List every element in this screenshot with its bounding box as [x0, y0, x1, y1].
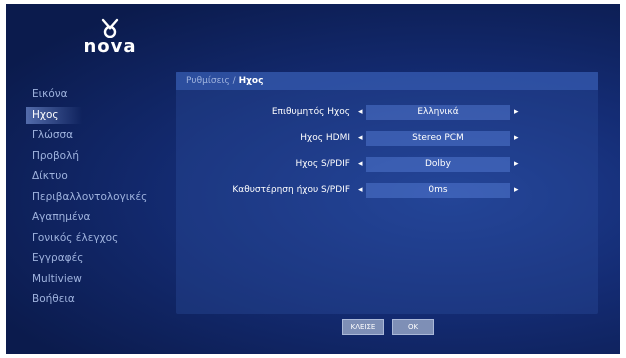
settings-sidebar: Εικόνα Ηχος Γλώσσα Προβολή Δίκτυο Περιβα… — [26, 84, 186, 310]
setting-row-spdif-delay[interactable]: Καθυστέρηση ήχου S/PDIF ◂ 0ms ▸ — [176, 179, 598, 201]
sidebar-item-picture[interactable]: Εικόνα — [26, 84, 186, 105]
sidebar-item-help[interactable]: Βοήθεια — [26, 289, 186, 310]
arrow-left-icon[interactable]: ◂ — [358, 101, 363, 123]
tv-screen: nova Εικόνα Ηχος Γλώσσα Προβολή Δίκτυο Π… — [6, 4, 620, 354]
ok-button[interactable]: OK — [392, 319, 434, 335]
setting-label: Ηχος HDMI — [300, 133, 350, 143]
nova-logo-icon — [101, 18, 119, 38]
setting-label: Ηχος S/PDIF — [295, 159, 350, 169]
nova-logo: nova — [74, 18, 146, 66]
arrow-right-icon[interactable]: ▸ — [514, 179, 519, 201]
arrow-right-icon[interactable]: ▸ — [514, 153, 519, 175]
settings-panel: Ρυθμίσεις / Ηχος Επιθυμητός Ηχος ◂ Ελλην… — [176, 72, 598, 314]
sidebar-item-parental-control[interactable]: Γονικός έλεγχος — [26, 228, 186, 249]
sidebar-item-multiview[interactable]: Multiview — [26, 269, 186, 290]
arrow-left-icon[interactable]: ◂ — [358, 179, 363, 201]
sidebar-item-environmental[interactable]: Περιβαλλοντολογικές — [26, 187, 186, 208]
arrow-left-icon[interactable]: ◂ — [358, 153, 363, 175]
setting-value[interactable]: Ελληνικά — [366, 105, 510, 120]
breadcrumb-current: Ηχος — [238, 76, 264, 86]
sidebar-item-display[interactable]: Προβολή — [26, 146, 186, 167]
logo-text: nova — [83, 36, 137, 57]
arrow-left-icon[interactable]: ◂ — [358, 127, 363, 149]
setting-label: Καθυστέρηση ήχου S/PDIF — [232, 185, 350, 195]
setting-row-preferred-audio[interactable]: Επιθυμητός Ηχος ◂ Ελληνικά ▸ — [176, 101, 598, 123]
sidebar-item-network[interactable]: Δίκτυο — [26, 166, 186, 187]
arrow-right-icon[interactable]: ▸ — [514, 127, 519, 149]
setting-row-hdmi-audio[interactable]: Ηχος HDMI ◂ Stereo PCM ▸ — [176, 127, 598, 149]
sidebar-item-favorites[interactable]: Αγαπημένα — [26, 207, 186, 228]
sidebar-item-language[interactable]: Γλώσσα — [26, 125, 186, 146]
sidebar-item-recordings[interactable]: Εγγραφές — [26, 248, 186, 269]
setting-value[interactable]: Stereo PCM — [366, 131, 510, 146]
setting-value[interactable]: 0ms — [366, 183, 510, 198]
setting-row-spdif-audio[interactable]: Ηχος S/PDIF ◂ Dolby ▸ — [176, 153, 598, 175]
close-button[interactable]: ΚΛΕΙΣΕ — [342, 319, 384, 335]
arrow-right-icon[interactable]: ▸ — [514, 101, 519, 123]
breadcrumb-parent: Ρυθμίσεις / — [186, 76, 239, 86]
setting-label: Επιθυμητός Ηχος — [271, 107, 350, 117]
sidebar-item-sound[interactable]: Ηχος — [26, 105, 186, 126]
breadcrumb: Ρυθμίσεις / Ηχος — [176, 72, 598, 90]
setting-value[interactable]: Dolby — [366, 157, 510, 172]
